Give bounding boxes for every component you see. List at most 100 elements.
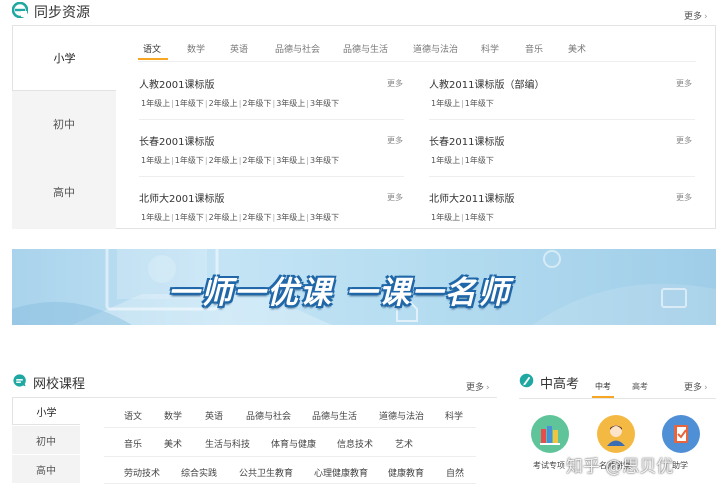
books-icon[interactable] — [531, 415, 569, 453]
edition-title[interactable]: 长春2011课标版 — [429, 133, 504, 148]
edition-more-link[interactable]: 更多 — [676, 135, 692, 146]
separator: | — [171, 213, 174, 222]
course-link[interactable]: 信息技术 — [337, 437, 373, 450]
course-link[interactable]: 体育与健康 — [271, 437, 316, 450]
grade-link[interactable]: 3年级上 — [276, 156, 305, 165]
grade-link[interactable]: 2年级上 — [209, 213, 238, 222]
course-link[interactable]: 心理健康教育 — [314, 466, 368, 479]
tab-gaokao[interactable]: 高考 — [632, 381, 648, 392]
course-link[interactable]: 自然 — [446, 466, 464, 479]
grade-link[interactable]: 1年级下 — [465, 156, 494, 165]
courses-more-link[interactable]: 更多 › — [466, 380, 490, 393]
grade-link[interactable]: 3年级上 — [276, 99, 305, 108]
grade-link[interactable]: 2年级下 — [242, 99, 271, 108]
divider — [12, 397, 497, 398]
grade-link[interactable]: 3年级下 — [310, 213, 339, 222]
edition-more-link[interactable]: 更多 — [387, 135, 403, 146]
exam-more-link[interactable]: 更多 › — [684, 380, 708, 393]
sync-level-tabs: 小学 初中 高中 — [12, 25, 116, 229]
exam-section-title: 中高考 — [540, 377, 580, 392]
watermark-text: 知乎 @思贝优 — [566, 457, 674, 477]
chevron-right-icon: › — [704, 12, 708, 22]
grade-link[interactable]: 2年级上 — [209, 99, 238, 108]
course-link[interactable]: 道德与法治 — [379, 409, 424, 422]
promo-banner[interactable]: 一师一优课 一课一名师 — [12, 249, 716, 325]
teacher-icon[interactable] — [597, 415, 635, 453]
exam-item-label[interactable]: 助学 — [672, 460, 688, 471]
grade-link[interactable]: 1年级上 — [141, 99, 170, 108]
grade-link[interactable]: 3年级上 — [276, 213, 305, 222]
course-link[interactable]: 综合实践 — [181, 466, 217, 479]
tab-senior[interactable]: 高中 — [12, 159, 116, 225]
course-link[interactable]: 英语 — [205, 409, 223, 422]
tab-primary[interactable]: 小学 — [12, 25, 116, 91]
subject-tab-morality-life[interactable]: 品德与生活 — [343, 42, 388, 55]
grade-link[interactable]: 2年级上 — [209, 156, 238, 165]
subject-tab-ethics-law[interactable]: 道德与法治 — [413, 42, 458, 55]
course-link[interactable]: 语文 — [124, 409, 142, 422]
notebook-icon[interactable] — [662, 415, 700, 453]
subject-tab-art[interactable]: 美术 — [568, 42, 586, 55]
grade-link[interactable]: 1年级上 — [431, 156, 460, 165]
course-link[interactable]: 品德与社会 — [246, 409, 291, 422]
separator: | — [272, 156, 276, 165]
grade-link[interactable]: 2年级下 — [242, 213, 271, 222]
separator: | — [204, 156, 208, 165]
course-link[interactable]: 音乐 — [124, 437, 142, 450]
course-link[interactable]: 劳动技术 — [124, 466, 160, 479]
course-link[interactable]: 数学 — [164, 409, 182, 422]
grade-link[interactable]: 1年级下 — [465, 213, 494, 222]
exam-section-header: 中高考 — [519, 373, 579, 392]
edition-title[interactable]: 长春2001课标版 — [139, 133, 214, 148]
grade-link[interactable]: 1年级下 — [175, 213, 204, 222]
grade-link[interactable]: 1年级上 — [431, 99, 460, 108]
chat-bubble-icon — [12, 373, 27, 392]
separator: | — [461, 99, 464, 108]
edition-title[interactable]: 北师大2001课标版 — [139, 190, 224, 205]
sync-logo-icon — [11, 1, 29, 22]
separator: | — [306, 156, 309, 165]
course-link[interactable]: 科学 — [445, 409, 463, 422]
subject-tab-math[interactable]: 数学 — [187, 42, 205, 55]
course-link[interactable]: 美术 — [164, 437, 182, 450]
subject-tab-music[interactable]: 音乐 — [525, 42, 543, 55]
exam-item-label[interactable]: 考试专项 — [533, 460, 565, 471]
sync-section-header: 同步资源 — [11, 1, 90, 22]
divider — [138, 61, 696, 62]
tab-junior[interactable]: 初中 — [12, 91, 116, 157]
subject-tab-science[interactable]: 科学 — [481, 42, 499, 55]
tab-zhongkao[interactable]: 中考 — [595, 381, 611, 392]
edition-title[interactable]: 人教2001课标版 — [139, 76, 214, 91]
grade-link[interactable]: 1年级上 — [141, 156, 170, 165]
grade-link[interactable]: 2年级下 — [242, 156, 271, 165]
edition-more-link[interactable]: 更多 — [387, 78, 403, 89]
grade-link[interactable]: 3年级下 — [310, 99, 339, 108]
course-link[interactable]: 公共卫生教育 — [239, 466, 293, 479]
tab-junior[interactable]: 初中 — [12, 426, 80, 454]
course-link[interactable]: 生活与科技 — [205, 437, 250, 450]
tab-primary[interactable]: 小学 — [12, 397, 80, 425]
sync-more-link[interactable]: 更多 › — [684, 9, 708, 22]
course-link[interactable]: 品德与生活 — [312, 409, 357, 422]
course-link[interactable]: 艺术 — [395, 437, 413, 450]
edition-more-link[interactable]: 更多 — [387, 192, 403, 203]
edition-more-link[interactable]: 更多 — [676, 78, 692, 89]
grade-link[interactable]: 1年级下 — [465, 99, 494, 108]
edition-title[interactable]: 人教2011课标版（部编） — [429, 76, 544, 91]
grade-link[interactable]: 3年级下 — [310, 156, 339, 165]
divider — [104, 456, 476, 457]
grade-link[interactable]: 1年级下 — [175, 99, 204, 108]
edition-more-link[interactable]: 更多 — [676, 192, 692, 203]
subject-tab-chinese[interactable]: 语文 — [143, 42, 161, 55]
grade-link[interactable]: 1年级上 — [431, 213, 460, 222]
subject-tab-morality-society[interactable]: 品德与社会 — [275, 42, 320, 55]
grade-link[interactable]: 1年级下 — [175, 156, 204, 165]
edition-title[interactable]: 北师大2011课标版 — [429, 190, 514, 205]
grade-link[interactable]: 1年级上 — [141, 213, 170, 222]
tab-senior[interactable]: 高中 — [12, 455, 80, 483]
course-link[interactable]: 健康教育 — [388, 466, 424, 479]
subject-tab-english[interactable]: 英语 — [230, 42, 248, 55]
divider — [139, 176, 404, 177]
separator: | — [461, 213, 464, 222]
separator: | — [461, 156, 464, 165]
